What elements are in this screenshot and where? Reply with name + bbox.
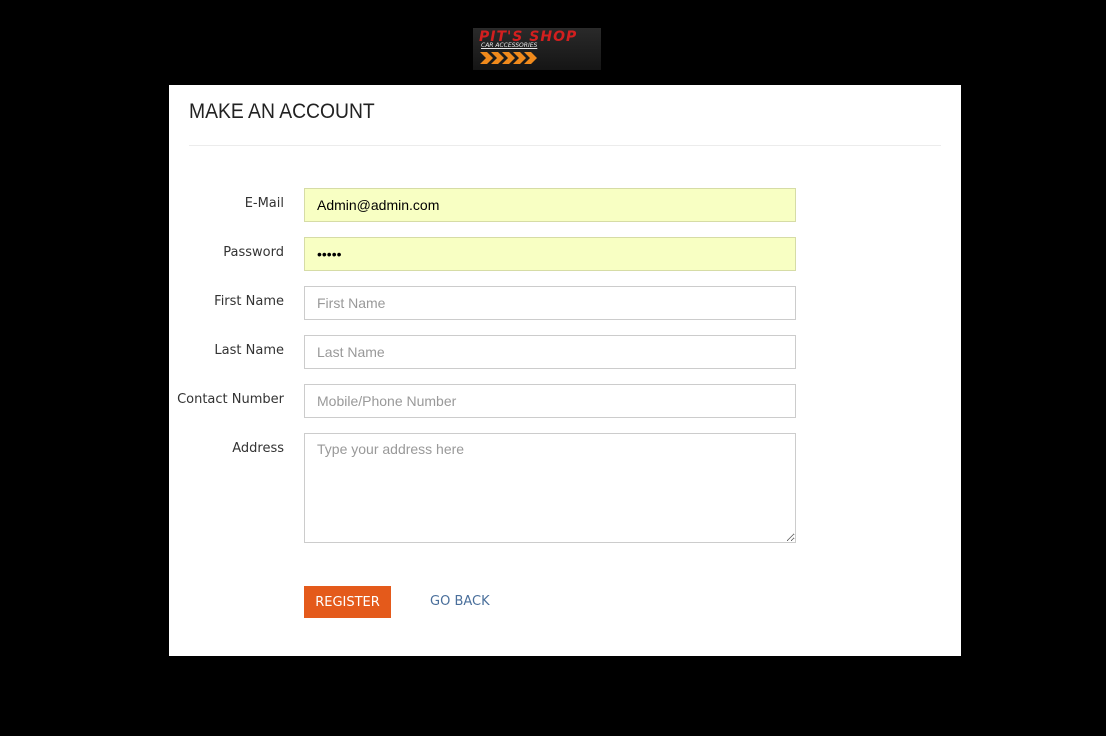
last-name-label: Last Name [214,343,284,358]
shop-logo: PIT'S SHOP CAR ACCESSORIES [473,28,601,70]
email-field[interactable] [304,188,796,222]
last-name-field[interactable] [304,335,796,369]
contact-number-label: Contact Number [177,392,284,407]
logo-subtitle: CAR ACCESSORIES [481,42,538,49]
first-name-label: First Name [214,294,284,309]
first-name-field[interactable] [304,286,796,320]
go-back-link[interactable]: GO BACK [430,594,490,609]
email-label: E-Mail [244,196,284,211]
password-label: Password [223,245,284,260]
title-divider [189,145,941,146]
page-title: MAKE AN ACCOUNT [189,100,375,123]
address-textarea[interactable] [304,433,796,543]
contact-number-field[interactable] [304,384,796,418]
register-card: MAKE AN ACCOUNT E-Mail Password First Na… [169,85,961,656]
chevron-arrows-icon [480,52,537,64]
password-field[interactable] [304,237,796,271]
register-button[interactable]: REGISTER [304,586,391,618]
address-label: Address [232,441,284,456]
